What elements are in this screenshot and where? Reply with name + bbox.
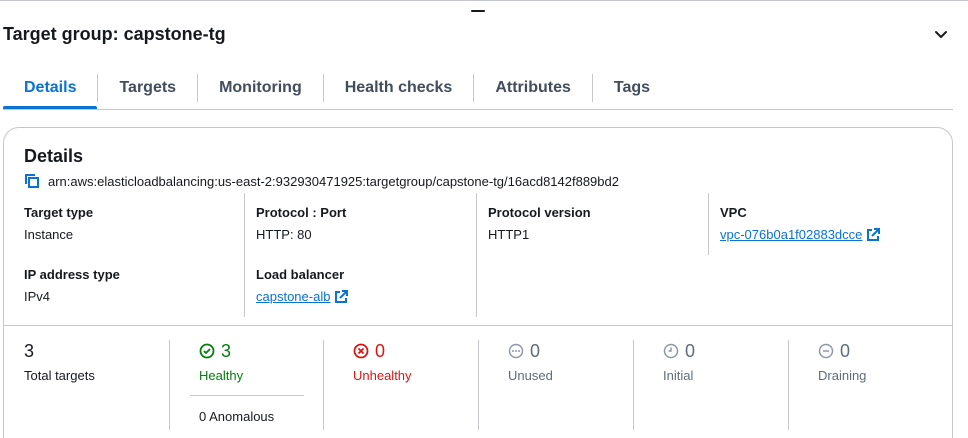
x-circle-icon	[353, 343, 369, 359]
tab-targets[interactable]: Targets	[98, 72, 197, 110]
stat-initial[interactable]: 0 Initial	[663, 340, 695, 384]
chevron-down-icon	[935, 31, 947, 38]
target-type-label: Target type	[24, 205, 94, 220]
healthy-label: Healthy	[199, 368, 244, 383]
protocol-port-label: Protocol : Port	[256, 205, 347, 220]
clock-icon	[663, 343, 679, 359]
anomalous-count: 0 Anomalous	[199, 409, 275, 424]
protocol-port-value: HTTP: 80	[256, 227, 312, 242]
protocol-port-field: Protocol : Port HTTP: 80	[256, 205, 346, 243]
copy-icon[interactable]	[24, 173, 40, 189]
vpc-link-text: vpc-076b0a1f02883dcce	[720, 227, 863, 242]
vpc-field: VPC vpc-076b0a1f02883dcce	[720, 205, 881, 243]
load-balancer-field: Load balancer capstone-alb	[256, 267, 349, 305]
details-title: Details	[24, 146, 84, 166]
load-balancer-link-text: capstone-alb	[256, 289, 331, 304]
vpc-label: VPC	[720, 205, 747, 220]
vpc-link[interactable]: vpc-076b0a1f02883dcce	[720, 227, 881, 243]
tab-health-checks[interactable]: Health checks	[324, 72, 474, 110]
draining-count: 0	[840, 341, 851, 361]
arn-value: arn:aws:elasticloadbalancing:us-east-2:9…	[48, 173, 619, 189]
tab-details[interactable]: Details	[3, 72, 98, 110]
page-title: Target group: capstone-tg	[3, 24, 226, 44]
target-type-value: Instance	[24, 227, 74, 242]
unused-count: 0	[530, 341, 541, 361]
stat-unhealthy[interactable]: 0 Unhealthy	[353, 340, 412, 384]
ip-address-type-value: IPv4	[24, 289, 51, 304]
column-divider	[708, 193, 709, 255]
load-balancer-label: Load balancer	[256, 267, 345, 282]
protocol-version-value: HTTP1	[488, 227, 530, 242]
unused-label: Unused	[508, 368, 553, 383]
load-balancer-link[interactable]: capstone-alb	[256, 289, 349, 305]
drag-handle[interactable]	[471, 10, 485, 12]
external-link-icon	[867, 228, 881, 241]
stat-total: 3 Total targets	[24, 340, 95, 384]
stat-divider	[788, 340, 789, 430]
details-card: Details arn:aws:elasticloadbalancing:us-…	[3, 127, 953, 438]
stat-healthy[interactable]: 3 Healthy	[199, 340, 243, 384]
initial-label: Initial	[663, 368, 694, 383]
section-divider	[4, 325, 952, 326]
stat-divider	[478, 340, 479, 430]
stat-unused[interactable]: 0 Unused	[508, 340, 553, 384]
initial-count: 0	[685, 341, 696, 361]
collapse-button[interactable]	[931, 24, 951, 44]
tab-tags[interactable]: Tags	[593, 72, 671, 110]
draining-label: Draining	[818, 368, 867, 383]
protocol-version-label: Protocol version	[488, 205, 591, 220]
column-divider	[476, 193, 477, 317]
check-circle-icon	[199, 343, 215, 359]
tabs-underline	[3, 109, 953, 110]
unhealthy-label: Unhealthy	[353, 368, 412, 383]
tab-bar: Details Targets Monitoring Health checks…	[3, 72, 953, 110]
arn-row: arn:aws:elasticloadbalancing:us-east-2:9…	[24, 173, 619, 189]
stat-divider	[169, 340, 170, 430]
minus-circle-icon	[818, 343, 834, 359]
target-type-field: Target type Instance	[24, 205, 93, 243]
total-count: 3	[24, 341, 35, 361]
ip-address-type-label: IP address type	[24, 267, 120, 282]
tab-attributes[interactable]: Attributes	[474, 72, 592, 110]
ip-address-type-field: IP address type IPv4	[24, 267, 120, 305]
anomalous-divider	[190, 395, 304, 396]
stat-divider	[633, 340, 634, 430]
panel-header: Target group: capstone-tg	[3, 22, 963, 46]
unhealthy-count: 0	[375, 341, 386, 361]
healthy-count: 3	[221, 341, 232, 361]
external-link-icon	[335, 290, 349, 303]
ellipsis-circle-icon	[508, 343, 524, 359]
stat-divider	[323, 340, 324, 430]
protocol-version-field: Protocol version HTTP1	[488, 205, 591, 243]
stat-draining[interactable]: 0 Draining	[818, 340, 866, 384]
total-label: Total targets	[24, 368, 95, 383]
tab-monitoring[interactable]: Monitoring	[198, 72, 323, 110]
column-divider	[244, 193, 245, 317]
top-border	[0, 0, 968, 1]
